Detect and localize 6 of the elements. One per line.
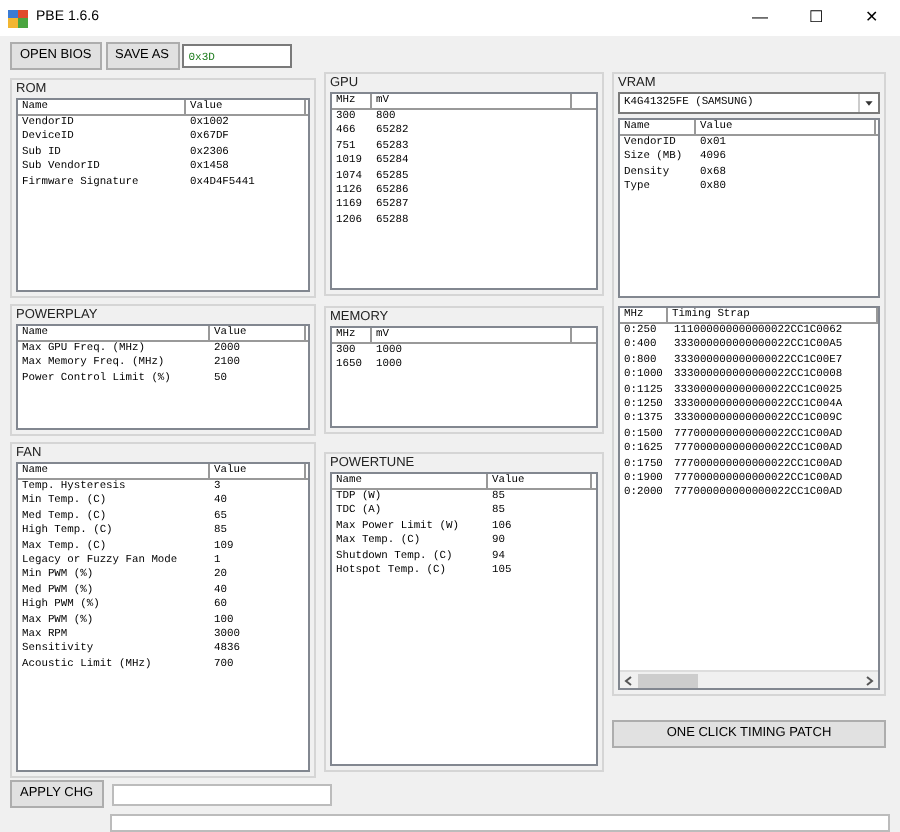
app-icon (8, 9, 28, 27)
horizontal-scrollbar[interactable] (620, 670, 878, 688)
dropdown-arrow-icon[interactable] (858, 94, 878, 112)
minimize-button[interactable]: — (732, 6, 788, 30)
close-button[interactable]: ✕ (844, 6, 900, 30)
maximize-button[interactable]: ☐ (788, 6, 844, 30)
